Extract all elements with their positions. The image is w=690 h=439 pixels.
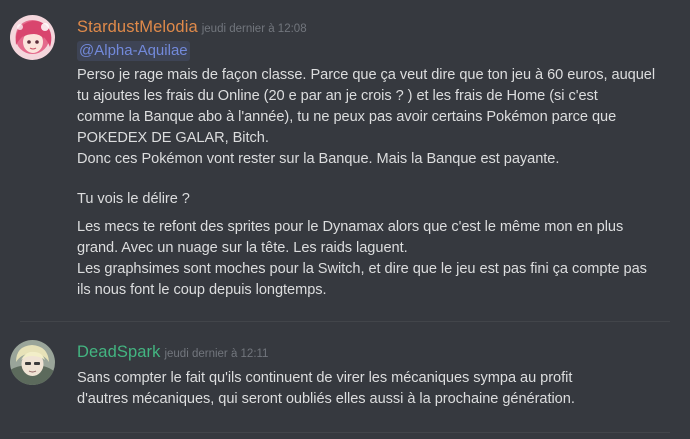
user-avatar[interactable] (10, 15, 55, 60)
message-line: Tu vois le délire ? (77, 191, 190, 207)
message-line: d'autres mécaniques, qui seront oubliés … (77, 391, 575, 407)
message-line: POKEDEX DE GALAR, Bitch. (77, 130, 269, 146)
pink-hair-avatar-icon (10, 15, 55, 60)
message-header: DeadSpark jeudi dernier à 12:11 (77, 343, 268, 362)
message-line: grand. Avec un nuage sur la tête. Les ra… (77, 240, 408, 256)
message-header: StardustMelodia jeudi dernier à 12:08 (77, 18, 307, 37)
message-line: Les mecs te refont des sprites pour le D… (77, 219, 624, 235)
username[interactable]: DeadSpark (77, 343, 160, 361)
message-group: StardustMelodia jeudi dernier à 12:08 @Al… (0, 0, 690, 320)
message-line: Sans compter le fait qu'ils continuent d… (77, 370, 573, 386)
user-avatar[interactable] (10, 340, 55, 385)
message-line: comme la Banque abo à l'année), tu ne pe… (77, 109, 617, 125)
username[interactable]: StardustMelodia (77, 18, 198, 36)
message-line: Les graphsimes sont moches pour la Switc… (77, 261, 647, 277)
chat-message-list: StardustMelodia jeudi dernier à 12:08 @Al… (0, 0, 690, 439)
timestamp[interactable]: jeudi dernier à 12:08 (202, 23, 307, 35)
message-line: Perso je rage mais de façon classe. Parc… (77, 67, 656, 83)
message-line: Donc ces Pokémon vont rester sur la Banq… (77, 151, 560, 167)
user-mention[interactable]: @Alpha-Aquilae (77, 41, 190, 61)
message-group: DeadSpark jeudi dernier à 12:11 Sans comp… (0, 322, 690, 439)
message-line: ils nous font le coup depuis longtemps. (77, 282, 327, 298)
message-line: tu ajoutes les frais du Online (20 e par… (77, 88, 598, 104)
timestamp[interactable]: jeudi dernier à 12:11 (164, 348, 268, 360)
message-divider (20, 432, 670, 433)
blonde-hair-avatar-icon (10, 340, 55, 385)
